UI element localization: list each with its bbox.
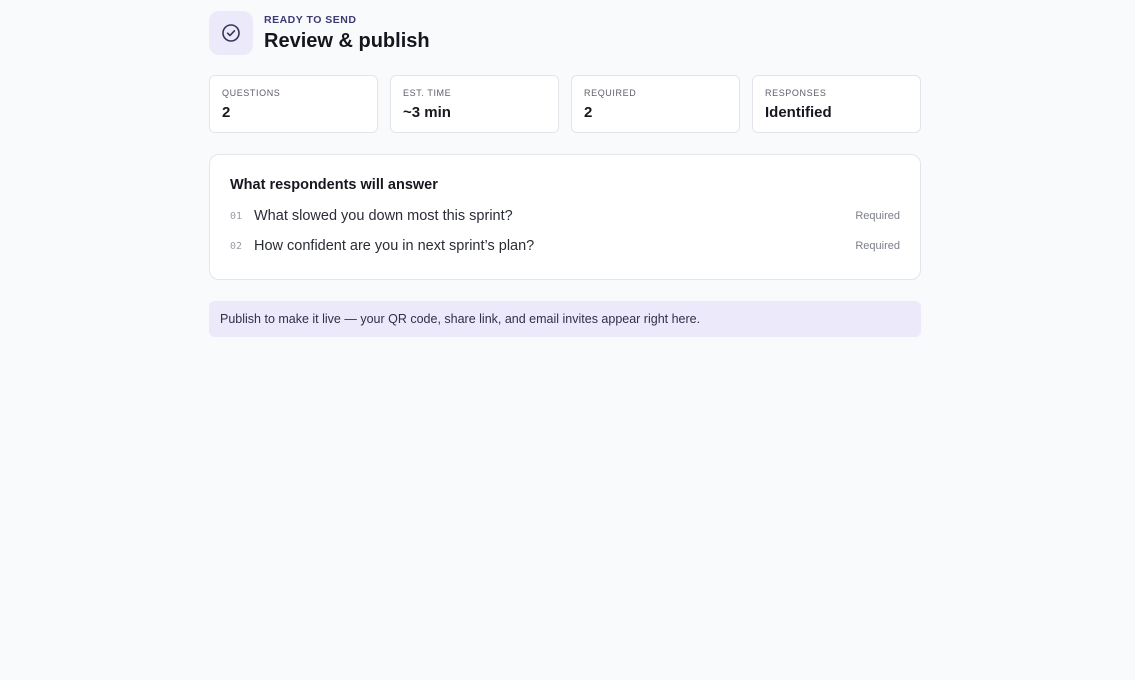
question-list: 01 What slowed you down most this sprint… bbox=[230, 201, 900, 261]
question-text: What slowed you down most this sprint? bbox=[254, 208, 513, 224]
stat-label: RESPONSES bbox=[765, 88, 827, 98]
stat-value: 2 bbox=[584, 104, 593, 121]
question-number: 01 bbox=[230, 210, 243, 222]
stat-responses: RESPONSES Identified bbox=[752, 75, 921, 133]
question-row: 01 What slowed you down most this sprint… bbox=[230, 201, 900, 231]
stat-label: EST. TIME bbox=[403, 88, 452, 98]
status-eyebrow: READY TO SEND bbox=[264, 13, 357, 26]
publish-notice: Publish to make it live — your QR code, … bbox=[209, 301, 921, 337]
question-text: How confident are you in next sprint’s p… bbox=[254, 238, 535, 254]
required-tag: Required bbox=[855, 240, 900, 252]
stat-est-time: EST. TIME ~3 min bbox=[390, 75, 559, 133]
stat-label: REQUIRED bbox=[584, 88, 637, 98]
stat-required: REQUIRED 2 bbox=[571, 75, 740, 133]
page-title: Review & publish bbox=[264, 29, 430, 52]
review-publish-page: READY TO SEND Review & publish QUESTIONS… bbox=[209, 11, 921, 337]
stat-questions: QUESTIONS 2 bbox=[209, 75, 378, 133]
header-text: READY TO SEND Review & publish bbox=[264, 13, 430, 54]
stat-value: ~3 min bbox=[403, 104, 451, 121]
stat-label: QUESTIONS bbox=[222, 88, 281, 98]
question-number: 02 bbox=[230, 240, 243, 252]
required-tag: Required bbox=[855, 210, 900, 222]
header-icon-badge bbox=[209, 11, 253, 55]
page-header: READY TO SEND Review & publish bbox=[209, 11, 921, 55]
question-row: 02 How confident are you in next sprint’… bbox=[230, 231, 900, 261]
stat-value: 2 bbox=[222, 104, 231, 121]
check-circle-icon bbox=[222, 24, 240, 42]
summary-stats: QUESTIONS 2 EST. TIME ~3 min REQUIRED 2 … bbox=[209, 75, 921, 133]
stat-value: Identified bbox=[765, 104, 832, 121]
questions-card-title: What respondents will answer bbox=[230, 177, 438, 193]
questions-card: What respondents will answer 01 What slo… bbox=[209, 154, 921, 280]
